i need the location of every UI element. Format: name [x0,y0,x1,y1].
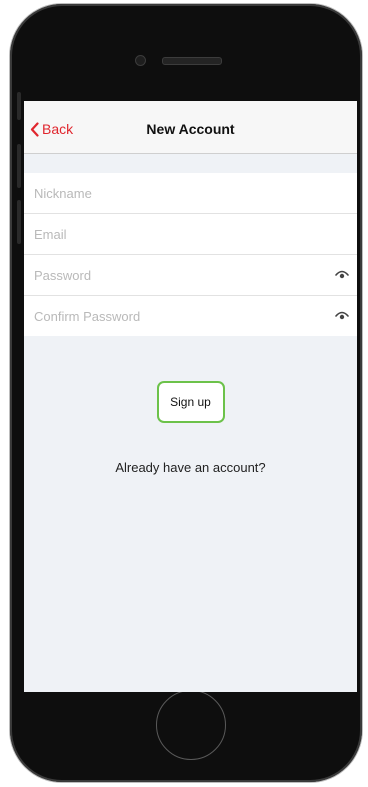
password-row [24,255,357,296]
eye-icon[interactable] [335,309,349,321]
mute-switch [17,92,21,120]
eye-icon[interactable] [335,268,349,280]
password-input[interactable] [24,267,314,283]
confirm-password-input[interactable] [24,308,314,324]
email-input[interactable] [24,226,314,242]
nickname-input[interactable] [24,185,314,201]
email-row [24,214,357,255]
volume-down-button [17,200,21,244]
home-button[interactable] [156,690,226,760]
page-title: New Account [146,121,235,137]
earpiece-speaker [162,57,222,65]
volume-up-button [17,144,21,188]
sign-up-button[interactable]: Sign up [156,381,225,423]
app-screen: Back New Account Sign up Already ha [24,101,357,692]
signup-form [24,173,357,336]
signup-container: Sign up [24,381,357,423]
front-camera [135,55,146,66]
navigation-bar: Back New Account [24,101,357,154]
already-have-account-link[interactable]: Already have an account? [24,460,357,475]
confirm-password-row [24,296,357,336]
nickname-row [24,173,357,214]
